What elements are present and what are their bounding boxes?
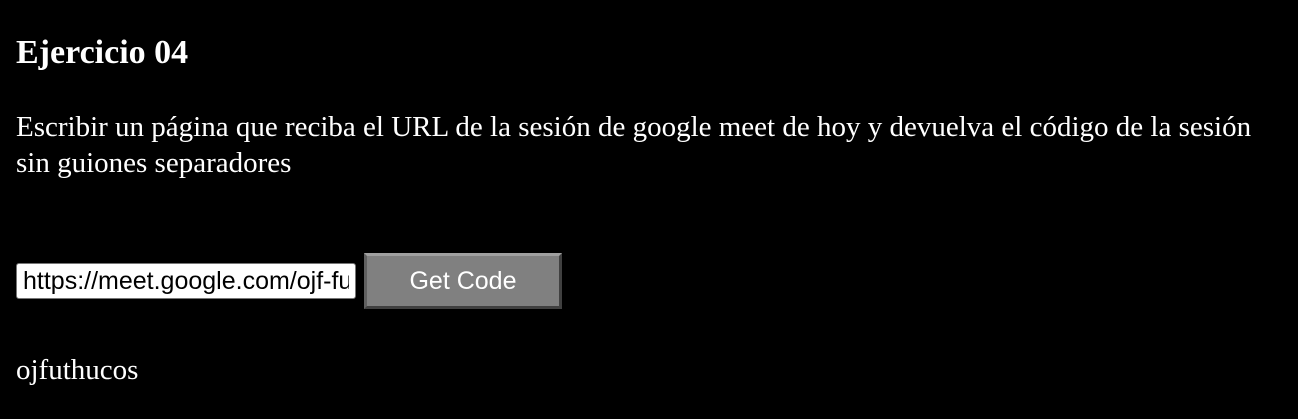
session-code-output: ojfuthucos xyxy=(16,354,139,386)
page-content: Ejercicio 04 Escribir un página que reci… xyxy=(0,0,1298,387)
meet-url-input[interactable] xyxy=(16,263,356,299)
url-form: Get Code xyxy=(16,253,1282,309)
page-title: Ejercicio 04 xyxy=(16,34,189,71)
exercise-description: Escribir un página que reciba el URL de … xyxy=(16,111,1252,179)
get-code-button[interactable]: Get Code xyxy=(364,253,562,309)
